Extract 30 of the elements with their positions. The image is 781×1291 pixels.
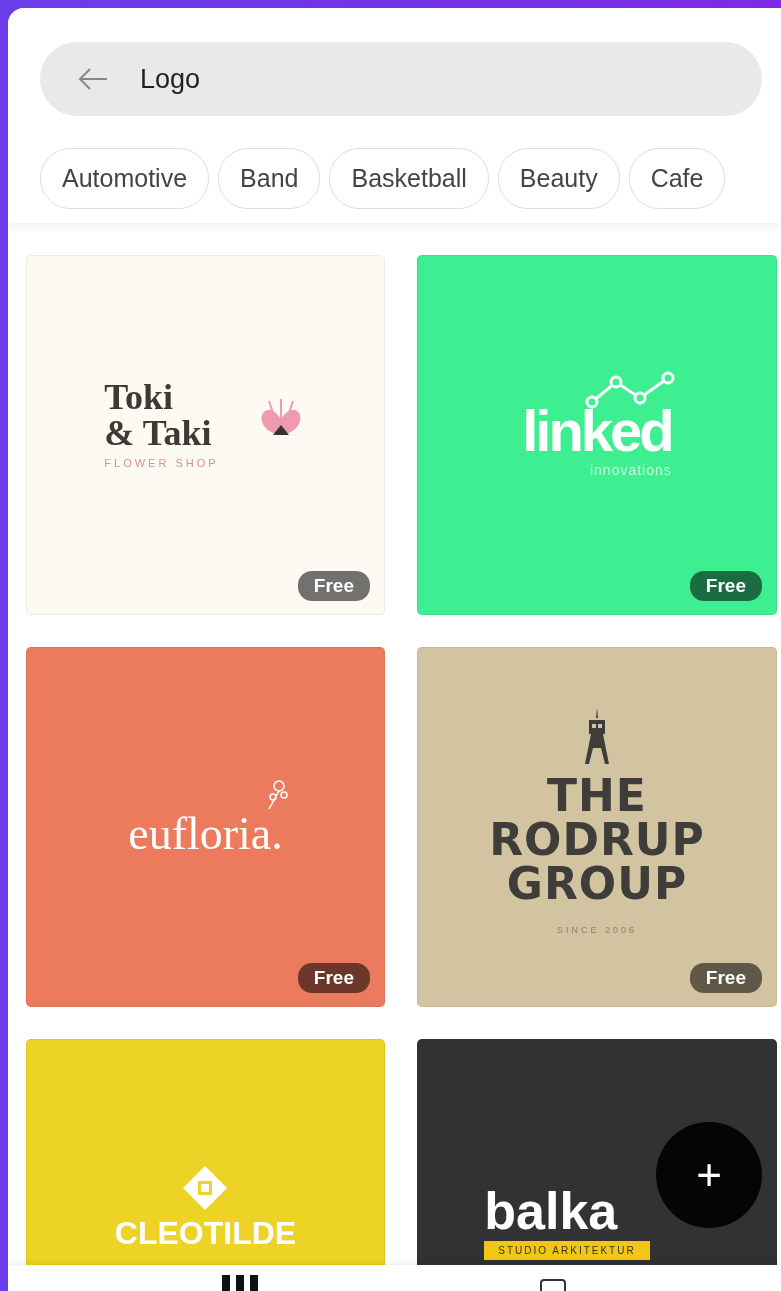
category-chip[interactable]: Beauty: [497, 148, 620, 209]
logo-title: RODRUP: [489, 818, 705, 863]
back-icon[interactable]: [78, 67, 108, 91]
logo-title: CLEOTILDE: [114, 1217, 297, 1249]
template-card[interactable]: eufloria. Free: [26, 647, 385, 1007]
logo-title: GROUP: [506, 862, 688, 907]
search-field[interactable]: Logo: [40, 42, 762, 116]
logo-title: THE: [547, 774, 647, 819]
logo-title: Toki: [104, 378, 175, 415]
category-chip[interactable]: Cafe: [628, 148, 726, 209]
category-chip[interactable]: Band: [218, 148, 321, 209]
template-card[interactable]: THE RODRUP GROUP SINCE 2006 Free: [417, 647, 777, 1007]
logo-tagline: FLOWER SHOP: [104, 455, 219, 471]
logo-title: balka: [484, 1185, 618, 1237]
free-badge: Free: [689, 570, 762, 601]
free-badge: Free: [297, 962, 370, 993]
free-badge: Free: [689, 962, 762, 993]
logo-tagline: innovations: [589, 460, 672, 480]
template-card[interactable]: linked innovations Free: [417, 255, 777, 615]
diamond-icon: [182, 1165, 229, 1211]
bars-icon[interactable]: [222, 1275, 258, 1291]
logo-title: eufloria.: [128, 811, 283, 857]
category-chip[interactable]: Basketball: [329, 148, 489, 209]
free-badge: Free: [297, 570, 370, 601]
logo-title: & Taki: [104, 414, 213, 451]
logo-title: linked: [522, 401, 672, 460]
template-card[interactable]: Toki & Taki FLOWER SHOP Free: [26, 255, 385, 615]
category-chip[interactable]: Automotive: [40, 148, 210, 209]
logo-tagline: STUDIO ARKITEKTUR: [484, 1241, 650, 1260]
logo-tagline: SINCE 2006: [556, 924, 637, 938]
